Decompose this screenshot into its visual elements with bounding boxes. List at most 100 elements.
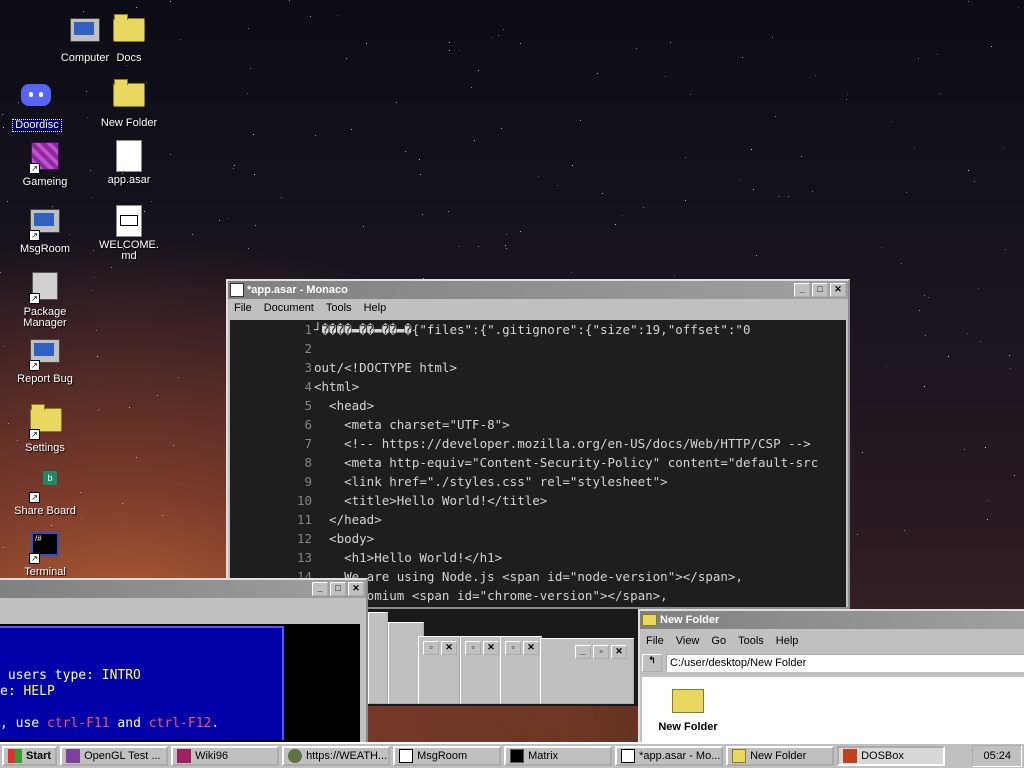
dos-screen[interactable]: users type: INTRO e: HELP , use ctrl-F11… (0, 624, 360, 742)
stacked-window[interactable]: ▫ ✕ (460, 636, 502, 704)
desktop-icon-app-asar[interactable]: app.asar (94, 140, 164, 186)
code-editor[interactable]: 1 ┘����▬��▬��▬�{"files":{".gitignore":{"s… (230, 320, 846, 607)
star (289, 0, 290, 1)
menu-view[interactable]: View (670, 635, 706, 647)
system-tray-clock[interactable]: 05:24 (972, 745, 1022, 767)
star (964, 449, 965, 450)
star (346, 58, 347, 59)
taskbar-item-wiki96[interactable]: Wiki96 (171, 746, 280, 766)
folder-item-label: New Folder (658, 721, 718, 733)
desktop-icon-share-board[interactable]: b ↗ Share Board (10, 465, 80, 517)
star (248, 28, 249, 29)
taskbar-item-app-asar[interactable]: *app.asar - Mo... (615, 746, 724, 766)
desktop-icon-msgroom[interactable]: ↗ MsgRoom (10, 205, 80, 255)
star (901, 263, 902, 264)
star (801, 156, 802, 157)
menu-tools[interactable]: Tools (732, 635, 770, 647)
desktop-icon-gameing[interactable]: ↗ Gameing (10, 140, 80, 188)
maximize-button[interactable]: □ (812, 283, 828, 297)
address-bar[interactable]: C:/user/desktop/New Folder (666, 654, 1024, 672)
star (1009, 355, 1010, 356)
star (939, 93, 940, 94)
star (1005, 249, 1006, 250)
menu-help[interactable]: Help (358, 302, 393, 314)
taskbar-item-weather[interactable]: https://WEATH... (282, 746, 391, 766)
dosbox-titlebar[interactable]: _ □ ✕ (0, 580, 366, 598)
folder-window[interactable]: New Folder File View Go Tools Help ↰ C:/… (638, 609, 1024, 744)
star (665, 76, 666, 77)
star (254, 174, 255, 175)
folder-menubar: File View Go Tools Help (640, 632, 1024, 650)
star (505, 245, 506, 246)
folder-icon (672, 689, 704, 713)
start-button[interactable]: Start (2, 746, 58, 766)
desktop-icon-terminal[interactable]: /# ↗ Terminal (10, 530, 80, 578)
code-text: <h1>Hello World!</h1> (314, 550, 503, 565)
taskbar-item-msgroom[interactable]: MsgRoom (393, 746, 502, 766)
star (925, 335, 926, 336)
star (862, 452, 863, 453)
stacked-window[interactable]: ▫ ✕ (418, 636, 460, 704)
star (778, 196, 779, 197)
desktop-icon-label: Report Bug (17, 373, 73, 385)
dosbox-window[interactable]: _ □ ✕ users type: INTRO e: HELP , use ct… (0, 578, 368, 744)
up-folder-button[interactable]: ↰ (642, 654, 662, 672)
taskbar-item-opengl[interactable]: OpenGL Test ... (60, 746, 169, 766)
star (904, 530, 905, 531)
star (136, 457, 137, 458)
star (97, 356, 98, 357)
close-button[interactable]: ✕ (830, 283, 846, 297)
star (968, 1, 969, 2)
close-button[interactable]: ✕ (348, 582, 364, 596)
star (937, 54, 938, 55)
code-text: <!-- https://developer.mozilla.org/en-US… (314, 436, 811, 451)
shortcut-arrow-icon: ↗ (29, 429, 40, 440)
taskbar-item-matrix[interactable]: Matrix (504, 746, 613, 766)
line-number: 9 (304, 474, 312, 489)
menu-tools[interactable]: Tools (320, 302, 358, 314)
star (227, 218, 228, 219)
folder-content[interactable]: New Folder (642, 677, 1024, 742)
menu-document[interactable]: Document (258, 302, 320, 314)
star (520, 43, 521, 44)
editor-titlebar[interactable]: *app.asar - Monaco _ □ ✕ (228, 281, 848, 299)
desktop-icon-label: app.asar (107, 174, 151, 186)
desktop-icon-label: Package Manager (23, 306, 67, 329)
minimize-button[interactable]: _ (794, 283, 810, 297)
desktop-icon-doordisc[interactable]: Doordisc (2, 80, 72, 132)
desktop-icon-docs[interactable]: Docs (94, 10, 164, 64)
star (151, 201, 152, 202)
desktop-icon-package-manager[interactable]: ↗ Package Manager (10, 270, 80, 329)
star (906, 192, 907, 193)
star (685, 157, 686, 158)
minimize-button[interactable]: _ (312, 582, 328, 596)
taskbar-item-new-folder[interactable]: New Folder (726, 746, 835, 766)
desktop-icon-label: Doordisc (12, 119, 62, 132)
menu-help[interactable]: Help (770, 635, 805, 647)
menu-file[interactable]: File (228, 302, 258, 314)
star (847, 94, 848, 95)
desktop-icon-welcome-md[interactable]: M↓ WELCOME.md (94, 205, 164, 262)
desktop-icon-label: MsgRoom (19, 243, 71, 255)
stacked-window[interactable]: _ ▫ ✕ (540, 638, 634, 704)
desktop-icon-settings[interactable]: ↗ Settings (10, 400, 80, 454)
folder-titlebar[interactable]: New Folder (640, 611, 1024, 629)
code-line: 13 <h1>Hello World!</h1> (230, 548, 846, 567)
desktop-icon-new-folder[interactable]: New Folder (94, 75, 164, 129)
star (351, 129, 352, 130)
notepad-icon (621, 749, 636, 763)
taskbar-item-dosbox[interactable]: DOSBox (837, 746, 946, 766)
star (478, 246, 479, 247)
menu-file[interactable]: File (640, 635, 670, 647)
star (471, 87, 472, 88)
star (337, 15, 338, 16)
line-number: 1 (304, 322, 312, 337)
desktop-icon-report-bug[interactable]: ↗ Report Bug (10, 335, 80, 385)
maximize-button[interactable]: □ (330, 582, 346, 596)
folder-item[interactable]: New Folder (648, 689, 728, 733)
stacked-window[interactable] (368, 612, 388, 704)
editor-window[interactable]: *app.asar - Monaco _ □ ✕ File Document T… (226, 279, 850, 609)
stacked-window[interactable]: ▫ ✕ (500, 636, 542, 704)
menu-go[interactable]: Go (705, 635, 732, 647)
code-line: 10 <title>Hello World!</title> (230, 491, 846, 510)
